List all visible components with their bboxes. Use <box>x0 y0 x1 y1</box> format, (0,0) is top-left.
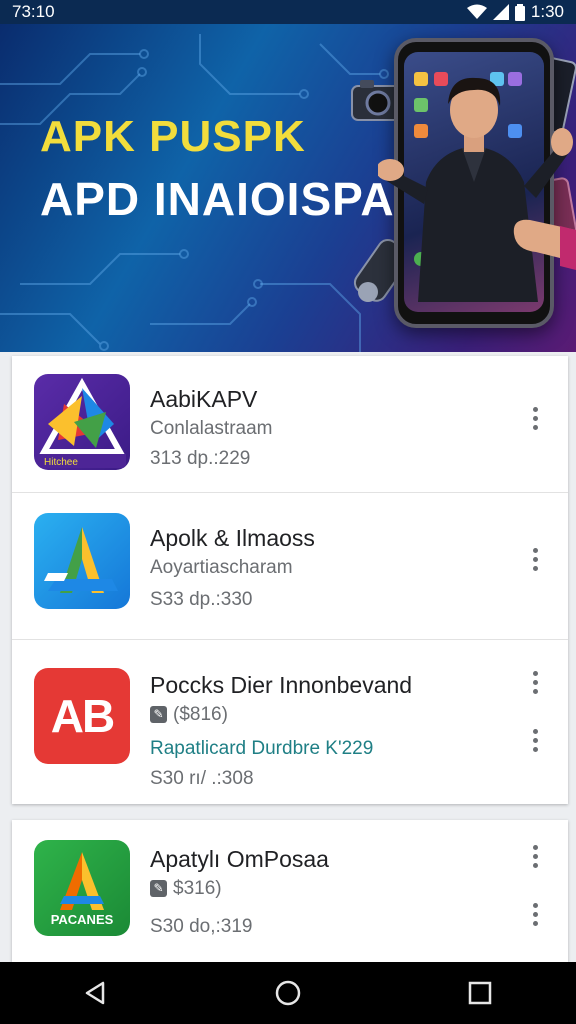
hand-illustration <box>513 219 576 270</box>
home-icon[interactable] <box>258 968 318 1018</box>
app-price-value: $316) <box>173 878 222 899</box>
list-item[interactable]: Apolk & Ilmaoss Aoyartiascharam S33 dp.:… <box>12 493 568 640</box>
app-meta: S33 dp.:330 <box>150 589 253 610</box>
more-vert-icon[interactable] <box>523 541 547 577</box>
letter-a-logo-icon <box>44 527 118 593</box>
wifi-icon <box>466 4 487 19</box>
status-bar: 73:10 1:30 <box>0 0 576 24</box>
battery-icon <box>514 3 525 21</box>
system-nav-bar <box>0 962 576 1024</box>
price-tag-icon: ✎ <box>150 706 167 724</box>
more-vert-icon[interactable] <box>523 838 547 874</box>
more-vert-icon[interactable] <box>523 664 547 700</box>
app-list-card: Hitchee AabiKAPV Conlalastraam 313 dp.:2… <box>12 356 568 804</box>
banner-subheadline: APD INAIOISPA <box>40 173 395 225</box>
app-icon: Hitchee <box>34 374 130 470</box>
list-item[interactable]: Hitchee AabiKAPV Conlalastraam 313 dp.:2… <box>12 356 568 493</box>
app-list-card: PACANES Apatylı OmPosaa ✎ $316) S30 do,:3… <box>12 820 568 962</box>
app-developer: Aoyartiascharam <box>150 557 293 578</box>
app-meta: S30 do,:319 <box>150 916 253 937</box>
app-icon <box>34 513 130 609</box>
list-item[interactable]: PACANES Apatylı OmPosaa ✎ $316) S30 do,:3… <box>12 820 568 962</box>
status-icons: 1:30 <box>466 2 564 22</box>
app-price: ✎ $316) <box>150 878 222 900</box>
banner-headline: APK PUSPK <box>40 112 306 161</box>
app-icon: AB <box>34 668 130 764</box>
promo-banner[interactable]: APK PUSPK APD INAIOISPA <box>0 24 576 352</box>
app-title: AabiKAPV <box>150 386 258 412</box>
recents-icon[interactable] <box>450 968 510 1018</box>
app-price: ✎ ($816) <box>150 704 228 726</box>
app-title: Poccks Dier Innonbevand <box>150 672 413 698</box>
back-icon[interactable] <box>66 968 126 1018</box>
app-link[interactable]: Rapatlicard Durdbre K'229 <box>150 738 373 760</box>
app-icon-text: AB <box>50 690 115 742</box>
more-vert-icon[interactable] <box>523 896 547 932</box>
svg-text:Hitchee: Hitchee <box>44 457 78 468</box>
signal-icon <box>492 4 509 20</box>
status-time-right: 1:30 <box>530 2 564 21</box>
app-price-value: ($816) <box>173 704 228 725</box>
app-title: Apatylı OmPosaa <box>150 846 329 872</box>
status-time-left: 73:10 <box>12 2 55 21</box>
svg-text:PACANES: PACANES <box>51 912 114 927</box>
more-vert-icon[interactable] <box>523 400 547 436</box>
price-tag-icon: ✎ <box>150 880 167 898</box>
more-vert-icon[interactable] <box>523 722 547 758</box>
list-item[interactable]: AB Poccks Dier Innonbevand ✎ ($816) Rapat… <box>12 640 568 806</box>
app-title: Apolk & Ilmaoss <box>150 525 315 551</box>
letter-a-logo-icon: PACANES <box>51 852 114 927</box>
app-developer: Conlalastraam <box>150 418 273 439</box>
app-meta: S30 rı/ .:308 <box>150 768 254 789</box>
app-meta: 313 dp.:229 <box>150 448 251 469</box>
triangle-logo-icon: Hitchee <box>38 377 126 468</box>
app-icon: PACANES <box>34 840 130 936</box>
